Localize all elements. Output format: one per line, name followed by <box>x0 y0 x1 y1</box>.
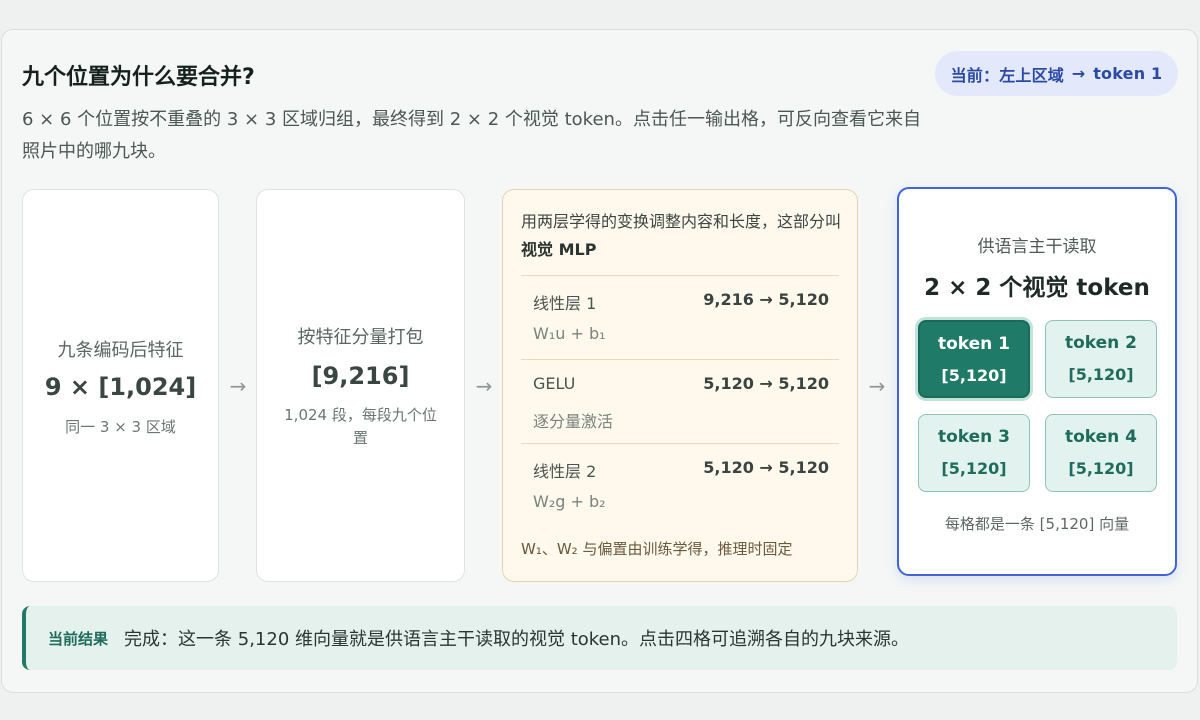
token-dim: [5,120] <box>941 459 1007 478</box>
current-result-bar: 当前结果 完成：这一条 5,120 维向量就是供语言主干读取的视觉 token。… <box>22 606 1177 670</box>
flow-arrow-icon: → <box>868 374 886 398</box>
mlp-layer-dims: 5,120 → 5,120 <box>703 374 829 393</box>
result-label: 当前结果 <box>48 629 109 648</box>
token-dim: [5,120] <box>1068 365 1134 384</box>
packed-features-sub: 1,024 段，每段九个位置 <box>284 406 437 447</box>
token-name: token 3 <box>937 427 1011 447</box>
packed-features-label: 按特征分量打包 <box>297 327 424 348</box>
mlp-intro-bold: 视觉 MLP <box>521 240 597 259</box>
token-dim: [5,120] <box>1068 459 1134 478</box>
encoded-features-card: 九条编码后特征 9 × [1,024] 同一 3 × 3 区域 <box>22 189 219 582</box>
mlp-layer-name: GELU <box>533 374 576 393</box>
current-selection-badge: 当前： 左上区域 → token 1 <box>935 51 1178 96</box>
badge-token: token 1 <box>1093 64 1163 83</box>
token-3-cell[interactable]: token 3 [5,120] <box>918 414 1030 492</box>
result-text: 完成：这一条 5,120 维向量就是供语言主干读取的视觉 token。点击四格可… <box>124 629 910 650</box>
token-name: token 2 <box>1064 333 1138 353</box>
mlp-intro-text: 用两层学得的变换调整内容和长度，这部分叫 <box>521 212 842 231</box>
badge-region: 左上区域 <box>999 65 1065 85</box>
token-name: token 4 <box>1064 427 1138 447</box>
token-4-cell[interactable]: token 4 [5,120] <box>1045 414 1157 492</box>
encoded-features-value: 9 × [1,024] <box>44 373 197 401</box>
mlp-footer: W₁、W₂ 与偏置由训练学得，推理时固定 <box>521 540 793 558</box>
token-1-cell[interactable]: token 1 [5,120] <box>918 320 1030 398</box>
encoded-features-label: 九条编码后特征 <box>57 340 184 361</box>
mlp-layer: GELU 5,120 → 5,120 逐分量激活 <box>521 359 839 443</box>
mlp-intro: 用两层学得的变换调整内容和长度，这部分叫视觉 MLP <box>521 208 843 264</box>
output-title: 2 × 2 个视觉 token <box>924 275 1150 301</box>
page-title: 九个位置为什么要合并? <box>22 65 255 90</box>
arrow-right-icon: → <box>1071 64 1086 83</box>
mlp-layer: 线性层 2 5,120 → 5,120 W₂g + b₂ <box>521 443 839 527</box>
mlp-layer-dims: 9,216 → 5,120 <box>703 290 829 309</box>
badge-prefix: 当前： <box>950 65 1000 85</box>
mlp-layer-formula: 逐分量激活 <box>533 412 614 431</box>
token-2-cell[interactable]: token 2 [5,120] <box>1045 320 1157 398</box>
mlp-layer-name: 线性层 1 <box>533 294 597 313</box>
token-name: token 1 <box>937 334 1011 354</box>
page-description: 6 × 6 个位置按不重叠的 3 × 3 区域归组，最终得到 2 × 2 个视觉… <box>22 109 921 162</box>
packed-features-card: 按特征分量打包 [9,216] 1,024 段，每段九个位置 <box>256 189 465 582</box>
visual-mlp-card: 用两层学得的变换调整内容和长度，这部分叫视觉 MLP 线性层 1 9,216 →… <box>502 189 858 582</box>
mlp-layer-formula: W₂g + b₂ <box>533 492 606 511</box>
mlp-layer-formula: W₁u + b₁ <box>533 324 606 343</box>
output-tokens-card: 供语言主干读取 2 × 2 个视觉 token token 1 [5,120] … <box>897 187 1177 576</box>
packed-features-value: [9,216] <box>311 362 410 390</box>
mlp-layer-name: 线性层 2 <box>533 462 597 481</box>
output-footer: 每格都是一条 [5,120] 向量 <box>944 515 1130 533</box>
mlp-layer-dims: 5,120 → 5,120 <box>703 458 829 477</box>
encoded-features-sub: 同一 3 × 3 区域 <box>65 418 176 436</box>
mlp-layer: 线性层 1 9,216 → 5,120 W₁u + b₁ <box>521 275 839 359</box>
token-dim: [5,120] <box>941 366 1007 385</box>
flow-arrow-icon: → <box>475 374 493 398</box>
flow-arrow-icon: → <box>229 374 247 398</box>
output-heading: 供语言主干读取 <box>977 237 1097 257</box>
